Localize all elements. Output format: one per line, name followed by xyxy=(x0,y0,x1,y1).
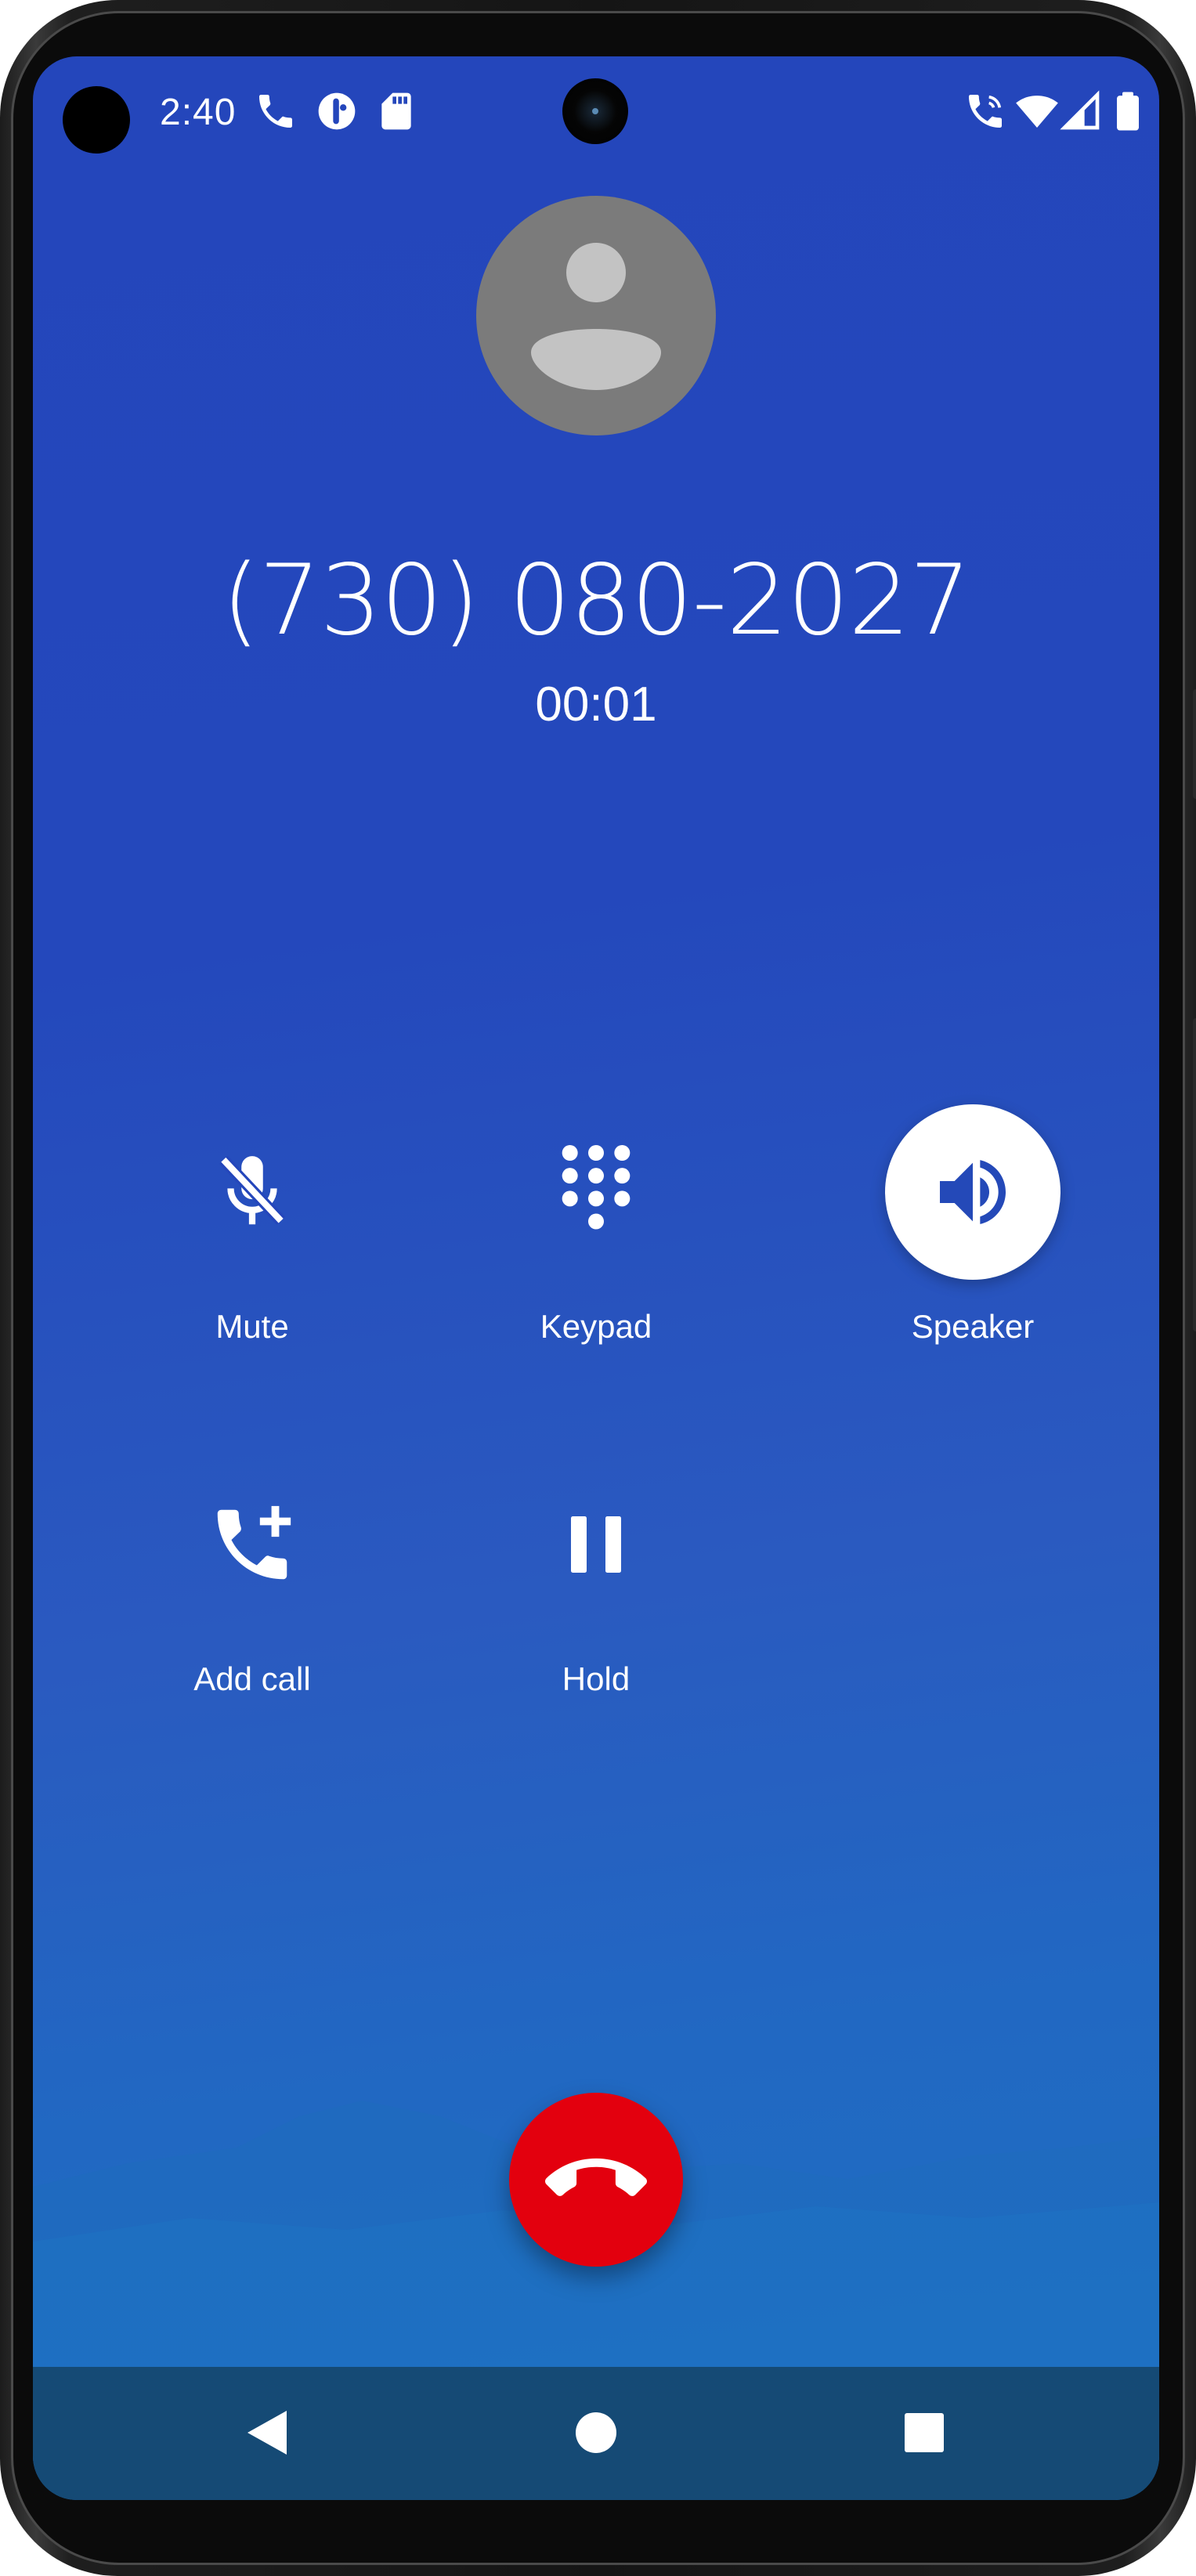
pause-icon xyxy=(571,1516,621,1573)
navigation-bar xyxy=(33,2367,1159,2500)
caller-phone-number: (730) 080-2027 xyxy=(222,544,971,657)
phone-frame: 2:40 (730) 080-2027 00:01 Mute Keypad Sp… xyxy=(0,0,1196,2576)
phone-call-icon xyxy=(259,95,292,128)
call-timer: 00:01 xyxy=(535,677,657,732)
wifi-calling-icon xyxy=(969,95,1002,128)
privacy-indicator-icon xyxy=(318,92,356,130)
screen: 2:40 (730) 080-2027 00:01 Mute Keypad Sp… xyxy=(33,56,1159,2500)
front-sensor-icon xyxy=(63,86,130,154)
add-call-icon xyxy=(217,1505,291,1580)
mute-button[interactable]: Mute xyxy=(119,1104,385,1363)
hold-label: Hold xyxy=(562,1660,631,1697)
dialpad-icon xyxy=(562,1145,631,1230)
speaker-icon xyxy=(940,1160,1006,1224)
keypad-button[interactable]: Keypad xyxy=(463,1104,729,1363)
back-button[interactable] xyxy=(235,2400,301,2466)
person-icon xyxy=(531,243,661,390)
recents-square-icon xyxy=(905,2413,944,2452)
keypad-button-circle[interactable] xyxy=(508,1104,684,1280)
end-call-button[interactable] xyxy=(509,2093,683,2267)
keypad-label: Keypad xyxy=(540,1308,652,1345)
mute-label: Mute xyxy=(215,1308,289,1345)
contact-avatar xyxy=(476,196,716,435)
home-button[interactable] xyxy=(563,2400,629,2466)
call-end-icon xyxy=(545,2158,647,2196)
hold-button-circle[interactable] xyxy=(508,1457,684,1632)
cellular-signal-icon xyxy=(1060,90,1100,130)
speaker-button-circle[interactable] xyxy=(885,1104,1061,1280)
front-camera xyxy=(562,78,628,144)
wifi-icon xyxy=(1016,96,1058,128)
sd-card-icon xyxy=(381,92,411,130)
volume-rocker xyxy=(1193,1018,1196,1331)
status-time: 2:40 xyxy=(160,92,237,133)
add-call-button-circle[interactable] xyxy=(164,1457,340,1632)
hold-button[interactable]: Hold xyxy=(463,1457,729,1715)
power-button xyxy=(1193,689,1196,799)
mic-off-icon xyxy=(219,1155,286,1225)
add-call-label: Add call xyxy=(193,1660,311,1697)
mute-button-circle[interactable] xyxy=(164,1104,340,1280)
add-call-button[interactable]: Add call xyxy=(119,1457,385,1715)
home-circle-icon xyxy=(576,2412,616,2453)
speaker-button[interactable]: Speaker xyxy=(840,1104,1106,1363)
battery-icon xyxy=(1117,92,1139,131)
speaker-label: Speaker xyxy=(911,1308,1035,1345)
recents-button[interactable] xyxy=(891,2400,957,2466)
back-triangle-icon xyxy=(248,2411,287,2455)
